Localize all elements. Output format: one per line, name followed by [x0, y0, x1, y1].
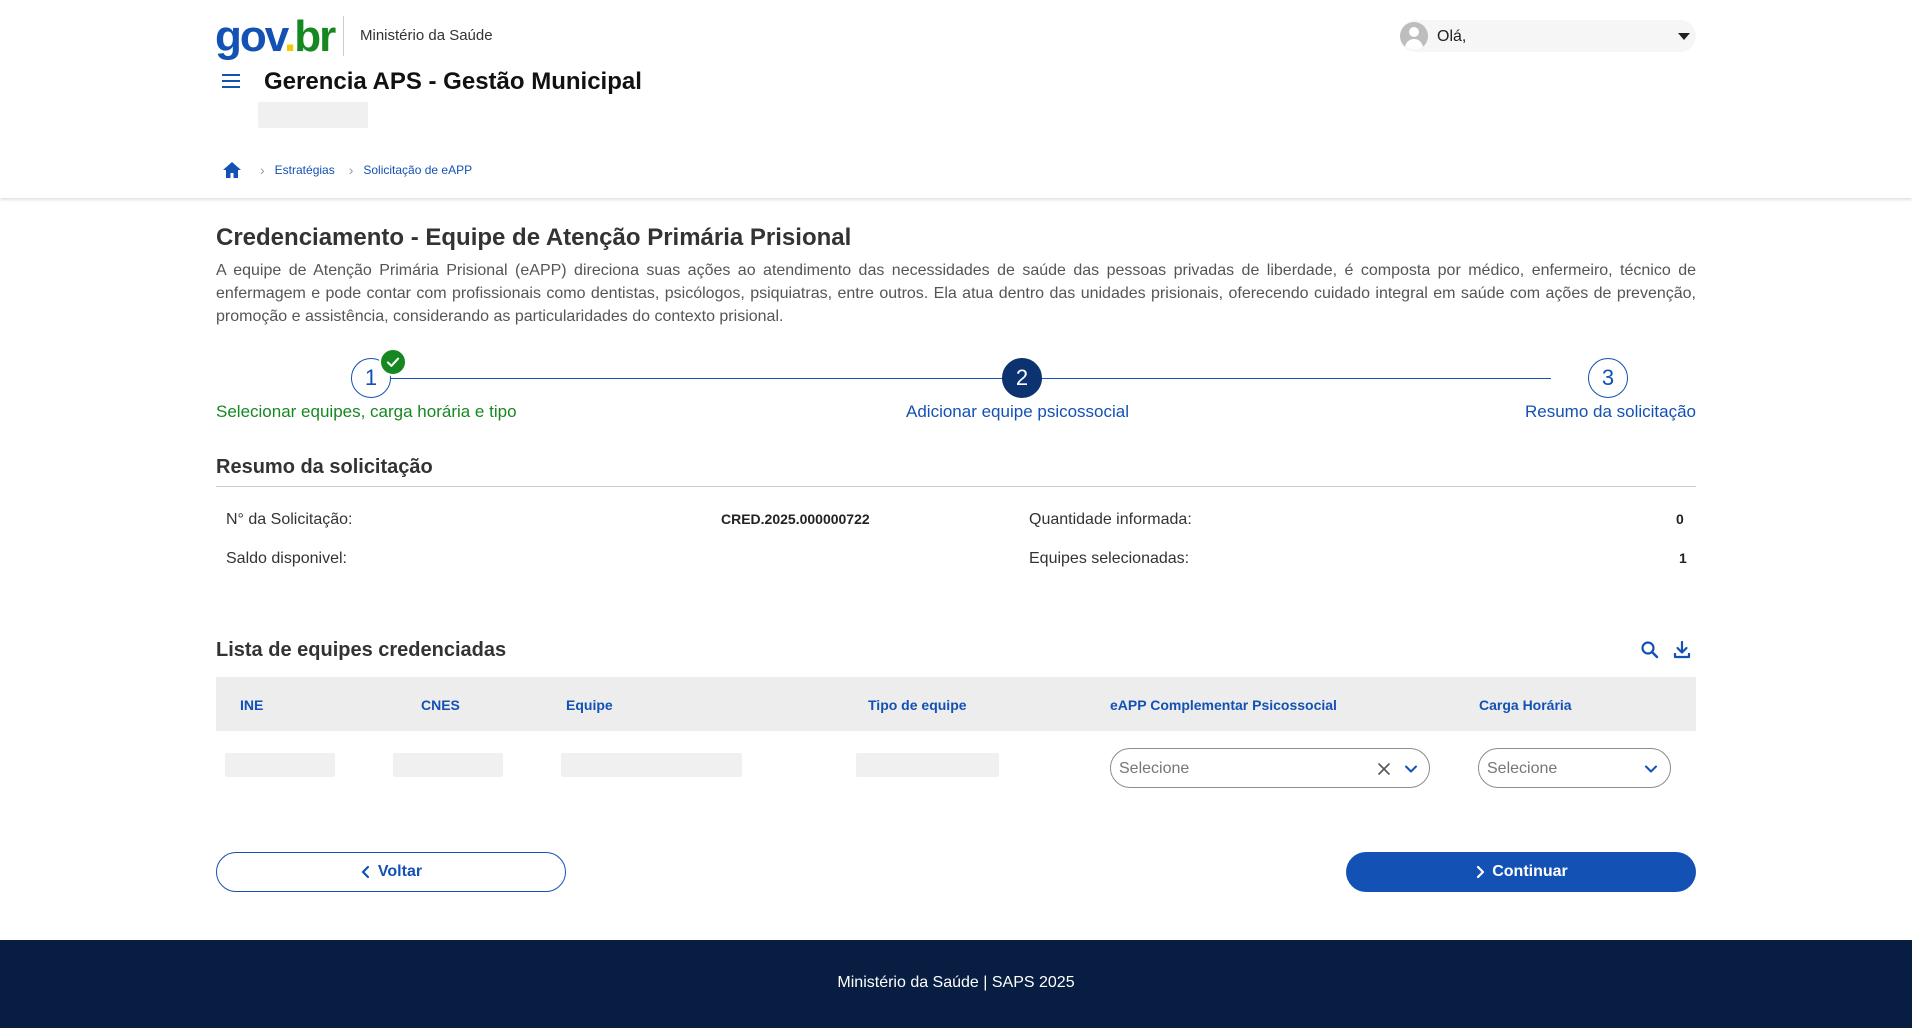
step-2-circle[interactable]: 2	[1002, 358, 1042, 398]
balance-label: Saldo disponivel:	[226, 550, 347, 567]
footer-text: Ministério da Saúde | SAPS 2025	[837, 974, 1075, 991]
page-title: Credenciamento - Equipe de Atenção Primá…	[216, 224, 852, 251]
chevron-right-icon	[1477, 865, 1485, 879]
app-title: Gerencia APS - Gestão Municipal	[264, 68, 642, 95]
chevron-left-icon	[361, 865, 370, 879]
column-header-cnes[interactable]: CNES	[421, 697, 460, 713]
summary-title: Resumo da solicitação	[216, 456, 433, 478]
chevron-down-icon[interactable]	[1403, 761, 1419, 777]
equipe-cell-placeholder	[561, 753, 742, 777]
header-divider	[343, 16, 344, 56]
breadcrumb-link-solicitacao[interactable]: Solicitação de eAPP	[363, 163, 472, 177]
site-header: gov.br Ministério da Saúde Gerencia APS …	[0, 0, 1912, 198]
user-greeting: Olá,	[1437, 28, 1467, 45]
breadcrumb: › Estratégias › Solicitação de eAPP	[222, 160, 486, 180]
carga-horaria-select[interactable]: Selecione	[1478, 748, 1671, 788]
user-avatar-icon	[1400, 22, 1428, 50]
ine-cell-placeholder	[225, 753, 335, 777]
quantity-value: 0	[1676, 511, 1684, 527]
selected-teams-value: 1	[1679, 550, 1687, 566]
cnes-cell-placeholder	[393, 753, 503, 777]
download-icon[interactable]	[1672, 640, 1692, 660]
govbr-logo[interactable]: gov.br	[215, 13, 336, 61]
org-name: Ministério da Saúde	[360, 27, 493, 44]
continue-button-label: Continuar	[1492, 863, 1568, 880]
column-header-eapp-psicossocial[interactable]: eAPP Complementar Psicossocial	[1110, 697, 1337, 713]
request-number-label: N° da Solicitação:	[226, 511, 353, 528]
check-icon	[379, 348, 407, 376]
tipo-equipe-cell-placeholder	[856, 753, 999, 777]
caret-down-icon	[1678, 33, 1690, 40]
table-header: INE CNES Equipe Tipo de equipe eAPP Comp…	[216, 677, 1696, 731]
column-header-equipe[interactable]: Equipe	[566, 697, 613, 713]
chevron-right-icon: ›	[260, 162, 265, 178]
column-header-tipo-equipe[interactable]: Tipo de equipe	[868, 697, 967, 713]
subtitle-placeholder	[258, 102, 368, 128]
step-3-circle[interactable]: 3	[1588, 358, 1628, 398]
step-3-label[interactable]: Resumo da solicitação	[1525, 402, 1696, 422]
step-1-label[interactable]: Selecionar equipes, carga horária e tipo	[216, 402, 517, 422]
page-description: A equipe de Atenção Primária Prisional (…	[216, 262, 1696, 325]
column-header-ine[interactable]: INE	[240, 697, 263, 713]
continue-button[interactable]: Continuar	[1346, 852, 1696, 892]
stepper: 1 Selecionar equipes, carga horária e ti…	[216, 348, 1696, 426]
user-menu[interactable]: Olá,	[1400, 20, 1696, 52]
quantity-label: Quantidade informada:	[1029, 511, 1192, 528]
chevron-right-icon: ›	[348, 162, 354, 178]
site-footer: Ministério da Saúde | SAPS 2025	[0, 940, 1912, 1028]
breadcrumb-link-estrategias[interactable]: Estratégias	[275, 163, 335, 177]
home-icon[interactable]	[222, 161, 242, 179]
back-button[interactable]: Voltar	[216, 852, 566, 892]
chevron-down-icon[interactable]	[1643, 761, 1659, 777]
carga-horaria-select-placeholder: Selecione	[1487, 760, 1558, 777]
back-button-label: Voltar	[377, 863, 423, 880]
step-2-label[interactable]: Adicionar equipe psicossocial	[906, 402, 1129, 422]
psicossocial-select[interactable]: Selecione	[1110, 748, 1430, 788]
column-header-carga-horaria[interactable]: Carga Horária	[1479, 697, 1572, 713]
section-divider	[216, 486, 1696, 487]
search-icon[interactable]	[1640, 640, 1660, 660]
table-title: Lista de equipes credenciadas	[216, 639, 507, 661]
stepper-line	[371, 378, 1551, 379]
request-number-value: CRED.2025.000000722	[721, 511, 870, 527]
psicossocial-select-placeholder: Selecione	[1119, 760, 1190, 777]
close-icon[interactable]	[1376, 761, 1392, 777]
menu-icon[interactable]	[222, 74, 240, 88]
selected-teams-label: Equipes selecionadas:	[1029, 550, 1190, 567]
